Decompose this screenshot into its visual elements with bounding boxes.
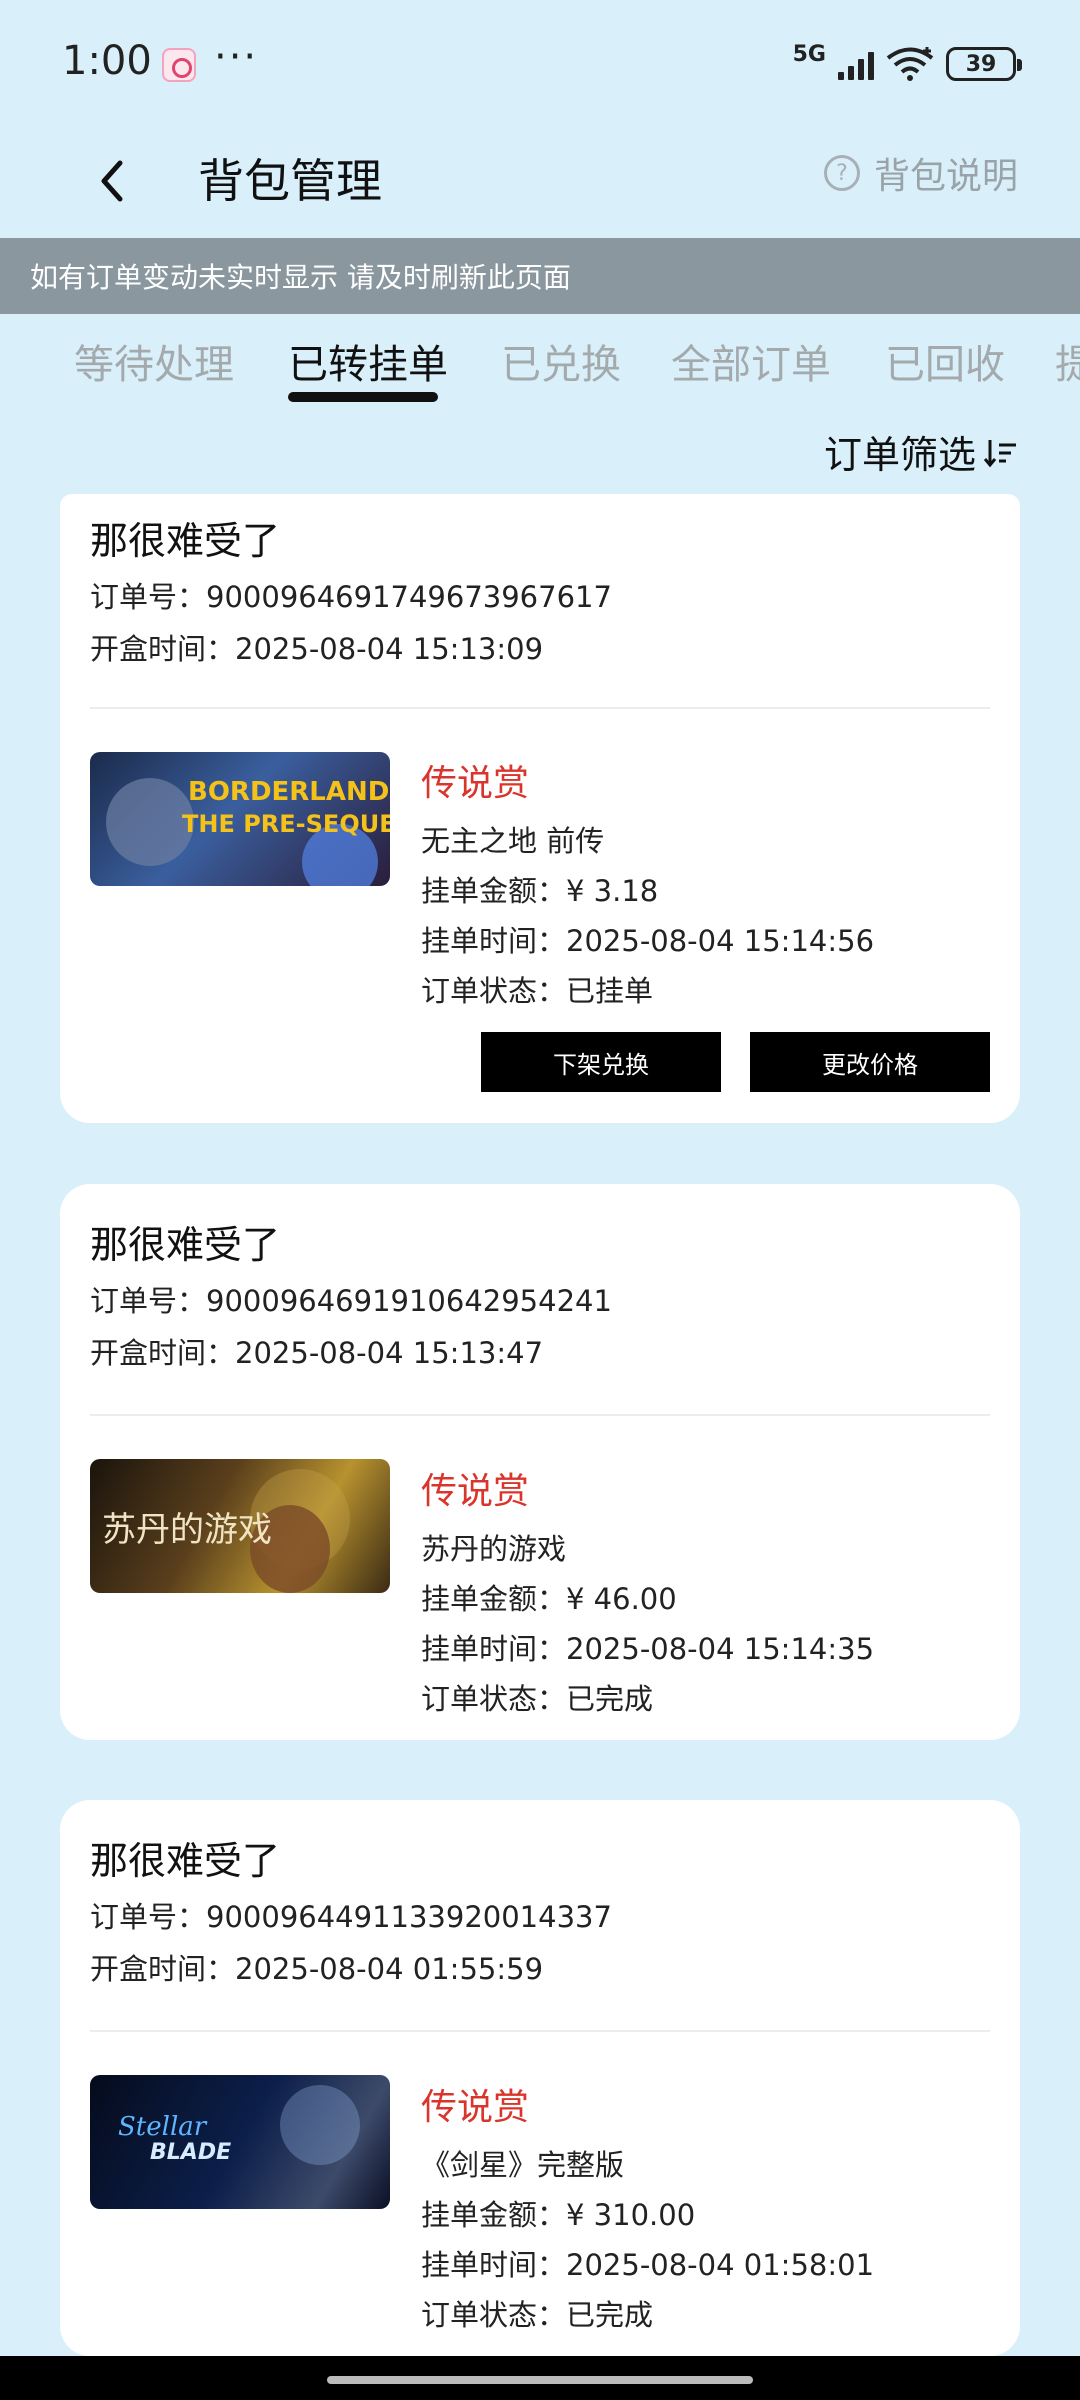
thumbnail-title-line1: BORDERLANDS: [188, 777, 390, 807]
game-thumbnail[interactable]: Stellar BLADE: [90, 2075, 390, 2209]
thumbnail-title-line1: Stellar: [118, 2112, 208, 2142]
page-title: 背包管理: [198, 154, 382, 208]
order-status: 订单状态：已完成: [421, 1682, 654, 1716]
order-tabs: 等待处理 已转挂单 已兑换 全部订单 已回收 提: [0, 314, 1080, 410]
wifi-icon: [886, 47, 934, 81]
listing-price: 挂单金额：¥ 46.00: [421, 1582, 677, 1616]
status-time: 1:00: [62, 38, 152, 84]
order-filter-button[interactable]: 订单筛选: [824, 424, 1018, 479]
app-header: 背包管理 ? 背包说明: [0, 125, 1080, 238]
question-circle-icon: ?: [823, 155, 860, 191]
open-time: 开盒时间：2025-08-04 15:13:47: [90, 1336, 544, 1370]
listing-price: 挂单金额：¥ 3.18: [421, 874, 659, 908]
thumbnail-title-line2: BLADE: [150, 2140, 231, 2165]
unlist-redeem-button[interactable]: 下架兑换: [481, 1032, 721, 1092]
tab-redeemed[interactable]: 已兑换: [501, 332, 621, 390]
prize-tier: 传说赏: [421, 763, 530, 804]
open-time: 开盒时间：2025-08-04 01:55:59: [90, 1952, 544, 1986]
user-name: 那很难受了: [90, 519, 281, 563]
user-name: 那很难受了: [90, 1839, 281, 1883]
game-name: 无主之地 前传: [421, 824, 605, 858]
signal-icon: [838, 48, 874, 80]
tab-recycled[interactable]: 已回收: [885, 332, 1005, 390]
divider: [90, 1414, 990, 1416]
prize-tier: 传说赏: [421, 2087, 530, 2128]
active-tab-indicator: [288, 392, 438, 402]
tab-listed[interactable]: 已转挂单: [288, 332, 448, 390]
game-name: 《剑星》完整版: [421, 2148, 625, 2182]
game-thumbnail[interactable]: BORDERLANDS THE PRE-SEQUEL!: [90, 752, 390, 886]
order-number: 订单号：9000964691910642954241: [90, 1284, 612, 1318]
notification-app-icon: [162, 48, 196, 82]
listing-time: 挂单时间：2025-08-04 15:14:56: [421, 924, 875, 958]
backpack-help-button[interactable]: ? 背包说明: [823, 147, 1018, 199]
help-label: 背包说明: [873, 156, 1018, 197]
thumbnail-title-line2: THE PRE-SEQUEL!: [182, 810, 390, 838]
game-thumbnail[interactable]: 苏丹的游戏: [90, 1459, 390, 1593]
filter-label: 订单筛选: [823, 433, 976, 477]
status-bar: 1:00 ··· 5G 39: [0, 0, 1080, 125]
home-gesture-handle[interactable]: [327, 2376, 753, 2384]
divider: [90, 2030, 990, 2032]
listing-time: 挂单时间：2025-08-04 15:14:35: [421, 1632, 875, 1666]
listing-time: 挂单时间：2025-08-04 01:58:01: [421, 2248, 875, 2282]
user-name: 那很难受了: [90, 1223, 281, 1267]
order-card[interactable]: 那很难受了 订单号：9000964491133920014337 开盒时间：20…: [60, 1800, 1020, 2356]
network-type: 5G: [792, 41, 826, 67]
change-price-button[interactable]: 更改价格: [750, 1032, 990, 1092]
order-number: 订单号：9000964491133920014337: [90, 1900, 612, 1934]
battery-icon: 39: [946, 47, 1022, 81]
listing-price: 挂单金额：¥ 310.00: [421, 2198, 696, 2232]
order-status: 订单状态：已完成: [421, 2298, 654, 2332]
sort-icon: [983, 435, 1018, 469]
open-time: 开盒时间：2025-08-04 15:13:09: [90, 632, 544, 666]
back-button[interactable]: [84, 145, 144, 215]
order-number: 订单号：9000964691749673967617: [90, 580, 612, 614]
more-notifications-icon: ···: [214, 34, 259, 80]
back-arrow-icon: [101, 160, 123, 202]
tab-withdraw[interactable]: 提: [1055, 332, 1080, 390]
divider: [90, 707, 990, 709]
system-nav-bar: [0, 2356, 1080, 2400]
prize-tier: 传说赏: [421, 1471, 530, 1512]
order-card[interactable]: 那很难受了 订单号：9000964691910642954241 开盒时间：20…: [60, 1184, 1020, 1740]
game-name: 苏丹的游戏: [421, 1532, 567, 1566]
thumbnail-title: 苏丹的游戏: [102, 1510, 272, 1550]
order-card[interactable]: 那很难受了 订单号：9000964691749673967617 开盒时间：20…: [60, 494, 1020, 1123]
refresh-notice: 如有订单变动未实时显示 请及时刷新此页面: [0, 238, 1080, 314]
order-status: 订单状态：已挂单: [421, 974, 654, 1008]
tab-all-orders[interactable]: 全部订单: [671, 332, 831, 390]
tab-pending[interactable]: 等待处理: [74, 332, 234, 390]
